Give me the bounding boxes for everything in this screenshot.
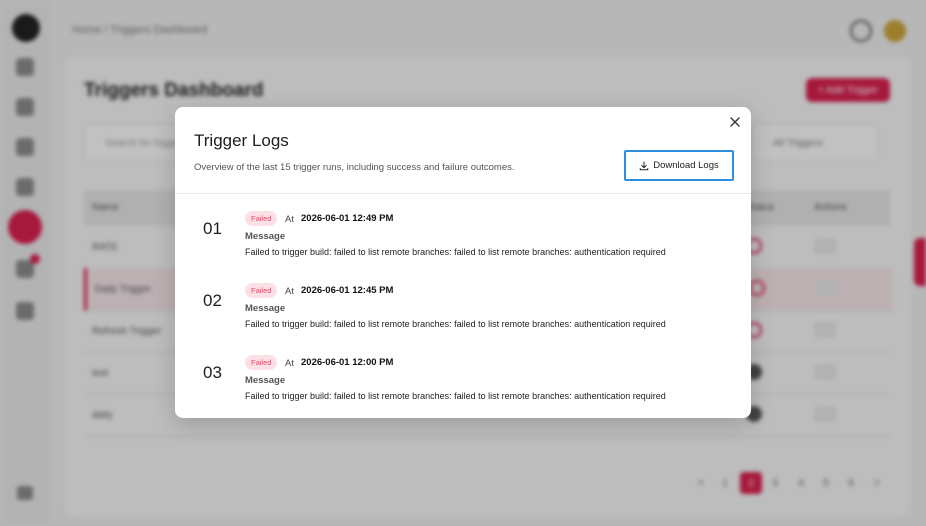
log-message: Failed to trigger build: failed to list … — [245, 319, 666, 329]
status-badge: Failed — [245, 355, 278, 370]
close-icon[interactable] — [728, 115, 742, 129]
log-timestamp: 2026-06-01 12:00 PM — [301, 357, 394, 368]
message-label: Message — [245, 375, 286, 386]
status-badge: Failed — [245, 211, 278, 226]
log-entry: 02 Failed At 2026-06-01 12:45 PM Message… — [175, 283, 751, 353]
download-icon — [639, 161, 649, 170]
modal-title: Trigger Logs — [194, 131, 289, 150]
modal-description: Overview of the last 15 trigger runs, in… — [194, 162, 515, 173]
log-entry: 01 Failed At 2026-06-01 12:49 PM Message… — [175, 211, 751, 281]
at-label: At — [285, 358, 294, 369]
status-badge: Failed — [245, 283, 278, 298]
at-label: At — [285, 214, 294, 225]
trigger-logs-modal: Trigger Logs Overview of the last 15 tri… — [175, 107, 751, 418]
header-divider — [175, 193, 751, 194]
log-message: Failed to trigger build: failed to list … — [245, 247, 666, 257]
log-index: 01 — [203, 219, 222, 238]
log-timestamp: 2026-06-01 12:49 PM — [301, 213, 394, 224]
log-entry: 03 Failed At 2026-06-01 12:00 PM Message… — [175, 355, 751, 425]
message-label: Message — [245, 303, 286, 314]
download-logs-label: Download Logs — [653, 160, 719, 171]
message-label: Message — [245, 231, 286, 242]
download-logs-button[interactable]: Download Logs — [624, 150, 734, 181]
log-timestamp: 2026-06-01 12:45 PM — [301, 285, 394, 296]
at-label: At — [285, 286, 294, 297]
log-index: 02 — [203, 291, 222, 310]
log-index: 03 — [203, 363, 222, 382]
log-message: Failed to trigger build: failed to list … — [245, 391, 666, 401]
